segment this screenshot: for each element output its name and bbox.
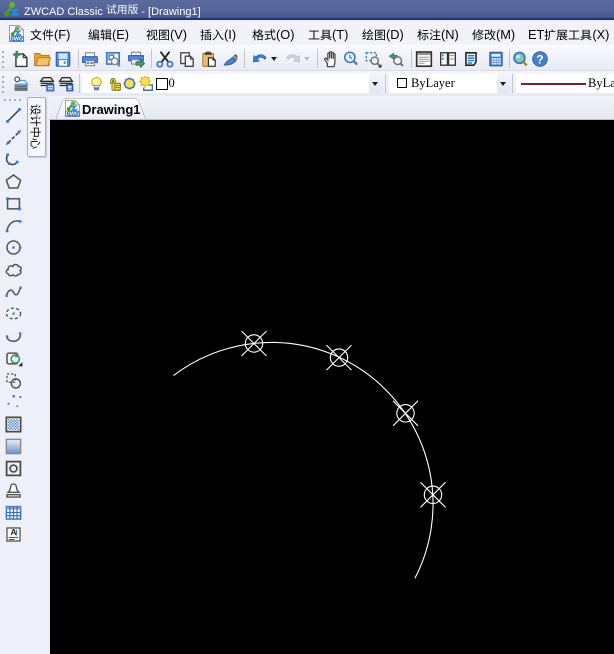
- svg-text:A: A: [10, 527, 16, 537]
- svg-text:?: ?: [536, 52, 543, 66]
- svg-text:DWG: DWG: [10, 37, 24, 43]
- svg-text:DWG: DWG: [66, 112, 80, 118]
